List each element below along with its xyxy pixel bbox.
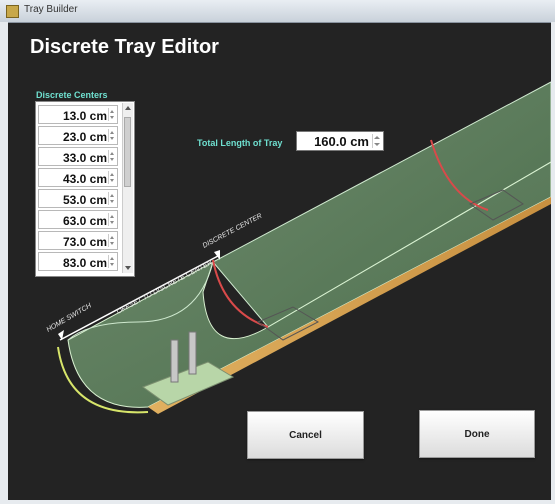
window-frame-bottom bbox=[0, 500, 555, 504]
scroll-down-icon[interactable] bbox=[125, 266, 131, 270]
app-icon bbox=[6, 5, 19, 18]
center-field-3[interactable]: 33.0 cm bbox=[38, 147, 118, 166]
center-value: 13.0 cm bbox=[62, 109, 107, 123]
page-title: Discrete Tray Editor bbox=[30, 36, 219, 58]
tray-builder-window: Tray Builder HOME SWITCH OFFSET TO DISCR… bbox=[0, 0, 555, 504]
spinner-icon[interactable] bbox=[108, 108, 116, 121]
total-length-value: 160.0 cm bbox=[314, 134, 369, 149]
bracket-post-1 bbox=[170, 339, 179, 383]
spinner-icon[interactable] bbox=[108, 150, 116, 163]
cancel-button[interactable]: Cancel bbox=[247, 411, 364, 459]
window-frame-left bbox=[0, 22, 8, 504]
center-field-1[interactable]: 13.0 cm bbox=[38, 105, 118, 124]
title-bar: Tray Builder bbox=[0, 0, 555, 23]
done-button[interactable]: Done bbox=[419, 410, 535, 458]
window-frame-right bbox=[551, 22, 555, 504]
center-field-7[interactable]: 73.0 cm bbox=[38, 231, 118, 250]
center-field-2[interactable]: 23.0 cm bbox=[38, 126, 118, 145]
center-value: 53.0 cm bbox=[62, 193, 107, 207]
center-field-4[interactable]: 43.0 cm bbox=[38, 168, 118, 187]
window-title: Tray Builder bbox=[24, 4, 78, 15]
center-field-6[interactable]: 63.0 cm bbox=[38, 210, 118, 229]
spinner-icon[interactable] bbox=[108, 129, 116, 142]
center-value: 23.0 cm bbox=[62, 130, 107, 144]
total-length-field[interactable]: 160.0 cm bbox=[296, 131, 384, 151]
center-value: 33.0 cm bbox=[62, 151, 107, 165]
center-field-8[interactable]: 83.0 cm bbox=[38, 252, 118, 271]
discrete-center-arrow bbox=[214, 250, 220, 260]
spinner-icon[interactable] bbox=[108, 192, 116, 205]
discrete-centers-list[interactable]: 13.0 cm 23.0 cm 33.0 cm 43.0 cm 53.0 cm … bbox=[35, 101, 135, 277]
list-scrollbar[interactable] bbox=[122, 103, 133, 273]
bracket-post-2 bbox=[188, 331, 197, 375]
spinner-icon[interactable] bbox=[108, 234, 116, 247]
spinner-icon[interactable] bbox=[108, 255, 116, 268]
scroll-thumb[interactable] bbox=[124, 117, 131, 187]
center-field-5[interactable]: 53.0 cm bbox=[38, 189, 118, 208]
spinner-icon[interactable] bbox=[108, 171, 116, 184]
discrete-centers-label: Discrete Centers bbox=[36, 90, 108, 100]
spinner-icon[interactable] bbox=[372, 134, 382, 148]
center-value: 63.0 cm bbox=[62, 214, 107, 228]
center-value: 43.0 cm bbox=[62, 172, 107, 186]
total-length-label: Total Length of Tray bbox=[197, 138, 283, 148]
center-value: 73.0 cm bbox=[62, 235, 107, 249]
center-value: 83.0 cm bbox=[62, 256, 107, 270]
scroll-up-icon[interactable] bbox=[125, 106, 131, 110]
spinner-icon[interactable] bbox=[108, 213, 116, 226]
